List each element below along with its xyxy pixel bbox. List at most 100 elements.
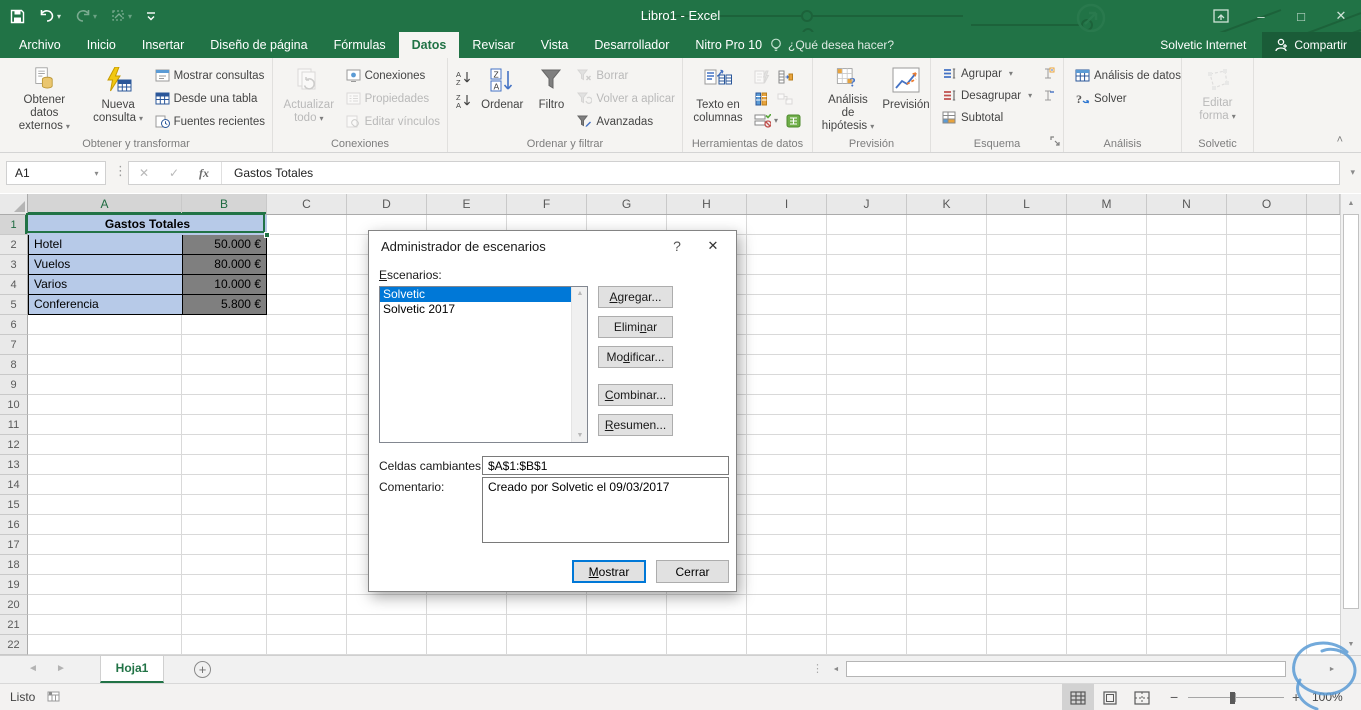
row-header-7[interactable]: 7 [0,335,28,355]
tab-dise-o-de-p-gina[interactable]: Diseño de página [197,32,320,58]
consolidar-button[interactable] [774,66,796,87]
tab-revisar[interactable]: Revisar [459,32,527,58]
tab-archivo[interactable]: Archivo [6,32,74,58]
tab-f-rmulas[interactable]: Fórmulas [321,32,399,58]
prevision-button[interactable]: Previsión [881,63,931,135]
tell-me-box[interactable]: ¿Qué desea hacer? [770,32,894,58]
row-header-2[interactable]: 2 [0,235,28,255]
scenario-item-solvetic[interactable]: Solvetic [380,287,587,302]
close-button[interactable]: ✕ [1321,0,1361,32]
select-all-corner[interactable] [0,194,28,215]
analisis-de-datos-button[interactable]: Análisis de datos [1072,65,1184,86]
row-header-18[interactable]: 18 [0,555,28,575]
scroll-up-icon[interactable]: ▲ [1343,196,1359,212]
minimize-button[interactable]: – [1241,0,1281,32]
mostrar-detalle-button[interactable] [1037,63,1059,84]
save-button[interactable] [10,9,25,24]
column-header-k[interactable]: K [907,194,987,214]
row-header-21[interactable]: 21 [0,615,28,635]
tab-desarrollador[interactable]: Desarrollador [581,32,682,58]
relleno-rapido-button[interactable] [751,66,773,87]
column-header-h[interactable]: H [667,194,747,214]
solver-button[interactable]: ? Solver [1072,88,1130,109]
column-header-j[interactable]: J [827,194,907,214]
row-header-22[interactable]: 22 [0,635,28,655]
zoom-slider-thumb[interactable] [1230,692,1235,704]
list-scroll-up-icon[interactable]: ▲ [572,290,588,297]
ordenar-button[interactable]: ZA Ordenar [476,63,529,135]
customize-qat-button[interactable] [146,10,156,22]
undo-button[interactable]: ▾ [39,9,61,23]
maximize-button[interactable]: □ [1281,0,1321,32]
conexiones-button[interactable]: Conexiones [343,65,443,86]
cancel-button[interactable]: ✕ [129,166,159,180]
dialog-button-combinar[interactable]: Combinar... [598,384,673,406]
row-header-8[interactable]: 8 [0,355,28,375]
scenario-listbox[interactable]: Solvetic Solvetic 2017 ▲ ▼ [379,286,588,443]
cerrar-button[interactable]: Cerrar [656,560,729,583]
dialog-button-modificar[interactable]: Modificar... [598,346,673,368]
row-header-13[interactable]: 13 [0,455,28,475]
record-macro-button[interactable] [46,690,61,706]
cell-a5[interactable]: Conferencia [28,295,182,315]
horizontal-scrollbar-thumb[interactable] [846,661,1286,677]
sheet-tab-hoja1[interactable]: Hoja1 [100,656,164,683]
propiedades-button[interactable]: Propiedades [343,88,443,109]
dialog-button-resumen[interactable]: Resumen... [598,414,673,436]
vertical-scrollbar[interactable]: ▲ ▼ [1340,194,1361,655]
analisis-de-hipotesis-button[interactable]: ? Análisis de hipótesis ▾ [817,63,879,135]
relaciones-button[interactable] [774,88,796,109]
column-header-g[interactable]: G [587,194,667,214]
obtener-datos-externos-button[interactable]: Obtener datos externos ▾ [4,63,85,135]
scenario-item-solvetic-2017[interactable]: Solvetic 2017 [380,302,587,317]
zoom-level[interactable]: 100% [1312,690,1343,704]
row-header-10[interactable]: 10 [0,395,28,415]
ordenar-za-button[interactable]: ZA [452,90,474,111]
column-header-c[interactable]: C [267,194,347,214]
name-box-dropdown-icon[interactable]: ▾ [87,169,105,178]
cell-b3[interactable]: 80.000 € [182,255,267,275]
account-name[interactable]: Solvetic Internet [1160,38,1246,52]
agrupar-button[interactable]: Agrupar ▾ [939,63,1016,84]
administrar-modelo-datos-button[interactable] [782,110,804,131]
borrar-button[interactable]: Borrar [574,65,678,86]
formula-bar-splitter[interactable]: ⋮ [114,163,127,179]
editar-vinculos-button[interactable]: Editar vínculos [343,111,443,132]
cell-a4[interactable]: Varios [28,275,182,295]
undo-dropdown-icon[interactable]: ▾ [57,12,61,21]
share-button[interactable]: Compartir [1262,32,1361,58]
tab-insertar[interactable]: Insertar [129,32,197,58]
esquema-dialog-launcher[interactable] [1050,135,1060,149]
ocultar-detalle-button[interactable] [1037,85,1059,106]
expand-formula-bar-icon[interactable]: ▾ [1350,167,1355,178]
new-sheet-button[interactable]: + [194,661,211,678]
cell-a3[interactable]: Vuelos [28,255,182,275]
column-header-n[interactable]: N [1147,194,1227,214]
nueva-consulta-button[interactable]: Nueva consulta ▾ [87,63,150,135]
row-header-1[interactable]: 1 [0,215,28,235]
list-scroll-down-icon[interactable]: ▼ [572,432,588,439]
next-sheet-icon[interactable]: ► [56,663,66,674]
previous-sheet-icon[interactable]: ◄ [28,663,38,674]
avanzadas-button[interactable]: Avanzadas [574,111,678,132]
cell-b5[interactable]: 5.800 € [182,295,267,315]
column-header-e[interactable]: E [427,194,507,214]
desde-una-tabla-button[interactable]: Desde una tabla [152,88,268,109]
page-break-view-button[interactable] [1126,684,1158,710]
zoom-out-button[interactable]: − [1170,689,1178,705]
row-header-9[interactable]: 9 [0,375,28,395]
scroll-left-icon[interactable]: ◄ [828,661,844,678]
tab-vista[interactable]: Vista [528,32,582,58]
comentario-textarea[interactable] [482,477,729,543]
ribbon-display-options-button[interactable] [1201,0,1241,32]
celdas-cambiantes-input[interactable] [482,456,729,475]
row-header-16[interactable]: 16 [0,515,28,535]
normal-view-button[interactable] [1062,684,1094,710]
horizontal-scrollbar[interactable]: ◄ ► [828,661,1340,678]
subtotal-button[interactable]: Subtotal [939,107,1006,128]
tab-inicio[interactable]: Inicio [74,32,129,58]
column-header-i[interactable]: I [747,194,827,214]
row-header-11[interactable]: 11 [0,415,28,435]
dialog-button-agregar[interactable]: Agregar... [598,286,673,308]
quitar-duplicados-button[interactable] [751,88,773,109]
